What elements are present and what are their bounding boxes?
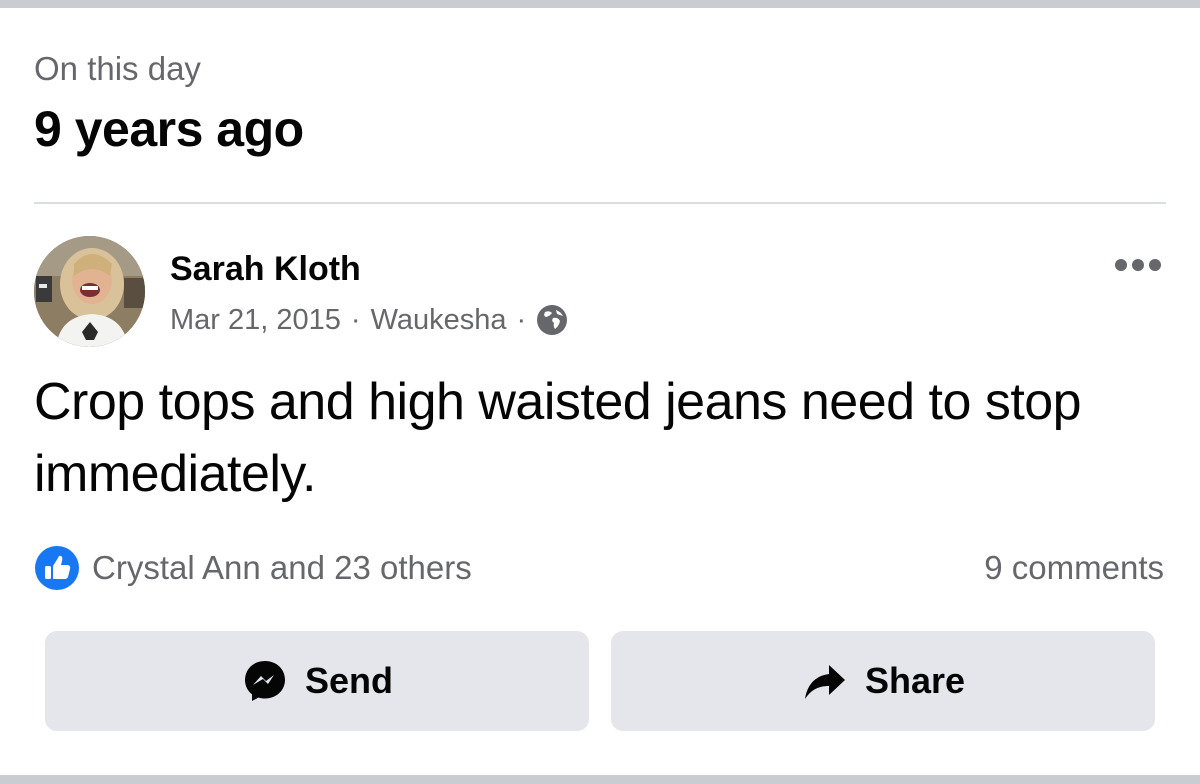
section-kicker: On this day (34, 50, 201, 87)
post-date[interactable]: Mar 21, 2015 (170, 304, 341, 337)
divider (34, 202, 1166, 204)
send-button[interactable]: Send (45, 631, 589, 731)
section-title: 9 years ago (34, 101, 304, 157)
more-options-icon[interactable] (1110, 250, 1166, 280)
share-label: Share (864, 660, 966, 701)
share-button[interactable]: Share (611, 631, 1155, 731)
reactions-summary[interactable]: Crystal Ann and 23 others (34, 546, 472, 590)
avatar[interactable] (34, 236, 145, 347)
post-author[interactable]: Sarah Kloth (170, 250, 361, 289)
comments-count[interactable]: 9 comments (984, 548, 1164, 588)
share-arrow-icon (804, 665, 845, 699)
reactions-text: Crystal Ann and 23 others (92, 549, 472, 586)
messenger-icon (244, 661, 285, 701)
post-meta: Mar 21, 2015 · Waukesha · (170, 301, 568, 339)
post-location[interactable]: Waukesha (371, 304, 507, 337)
like-icon (35, 546, 79, 590)
memories-card: On this day 9 years ago Sarah Kloth Mar … (0, 0, 1200, 784)
send-label: Send (304, 660, 393, 701)
post-text: Crop tops and high waisted jeans need to… (34, 373, 1082, 503)
bottom-separator-bar (0, 775, 1200, 784)
top-separator-bar (0, 0, 1200, 8)
avatar-image (34, 236, 145, 347)
globe-icon[interactable] (536, 304, 568, 336)
meta-separator: · (516, 303, 527, 336)
meta-separator: · (350, 303, 361, 336)
